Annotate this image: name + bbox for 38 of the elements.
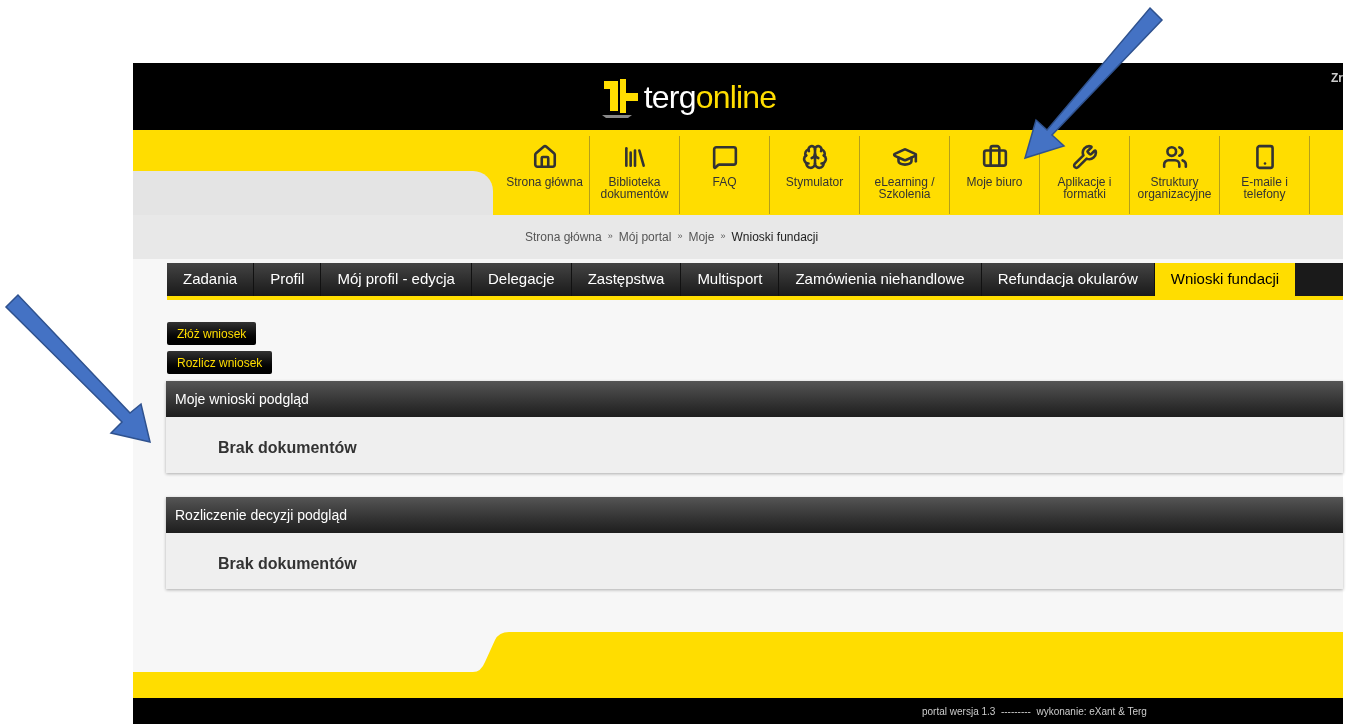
empty-message: Brak dokumentów	[217, 554, 358, 574]
nav-item[interactable]: Biblioteka dokumentów	[590, 136, 680, 214]
tab[interactable]: Zadania	[167, 263, 255, 296]
action-button[interactable]: Rozlicz wniosek	[167, 351, 273, 374]
wrench-icon	[1071, 144, 1098, 170]
panel-title: Rozliczenie decyzji podgląd	[166, 497, 1343, 533]
breadcrumb-link[interactable]: Mój portal	[618, 228, 672, 246]
user-name: Zr	[1331, 70, 1343, 87]
breadcrumb-link[interactable]: Wnioski fundacji	[731, 228, 819, 246]
nav-item[interactable]: Struktury organizacyjne	[1130, 136, 1220, 214]
tab[interactable]: Zamówienia niehandlowe	[779, 263, 982, 296]
speech-bubble-icon	[711, 144, 738, 170]
breadcrumb-separator: »	[720, 230, 726, 244]
home-icon	[531, 144, 558, 170]
tab[interactable]: Delegacje	[471, 263, 572, 296]
tab[interactable]: Mój profil - edycja	[321, 263, 472, 296]
people-icon	[1161, 144, 1188, 170]
site-logo[interactable]: tergonline	[599, 72, 777, 121]
action-button[interactable]: Złóż wniosek	[167, 322, 257, 345]
tab[interactable]: Profil	[254, 263, 322, 296]
tab[interactable]: Wnioski fundacji	[1154, 263, 1296, 296]
brain-icon	[801, 144, 828, 170]
nav-item[interactable]: FAQ	[680, 136, 770, 214]
panel-title: Moje wnioski podgląd	[166, 381, 1343, 417]
nav-item[interactable]: Stymulator	[770, 136, 860, 214]
breadcrumb-link[interactable]: Strona główna	[525, 228, 602, 246]
briefcase-icon	[981, 144, 1008, 170]
breadcrumb-link[interactable]: Moje	[688, 228, 715, 246]
breadcrumb-separator: »	[677, 230, 683, 244]
breadcrumb-separator: »	[607, 230, 613, 244]
tab[interactable]: Multisport	[681, 263, 780, 296]
nav-item[interactable]: eLearning / Szkolenia	[860, 136, 950, 214]
tab[interactable]: Refundacja okularów	[981, 263, 1155, 296]
nav-item[interactable]: E-maile i telefony	[1220, 136, 1310, 214]
empty-message: Brak dokumentów	[217, 438, 358, 458]
nav-item[interactable]: Strona główna	[500, 136, 590, 214]
footer-text: portal wersja 1.3 --------- wykonanie: eXant & Terg	[922, 704, 1147, 719]
tab[interactable]: Zastępstwa	[571, 263, 682, 296]
